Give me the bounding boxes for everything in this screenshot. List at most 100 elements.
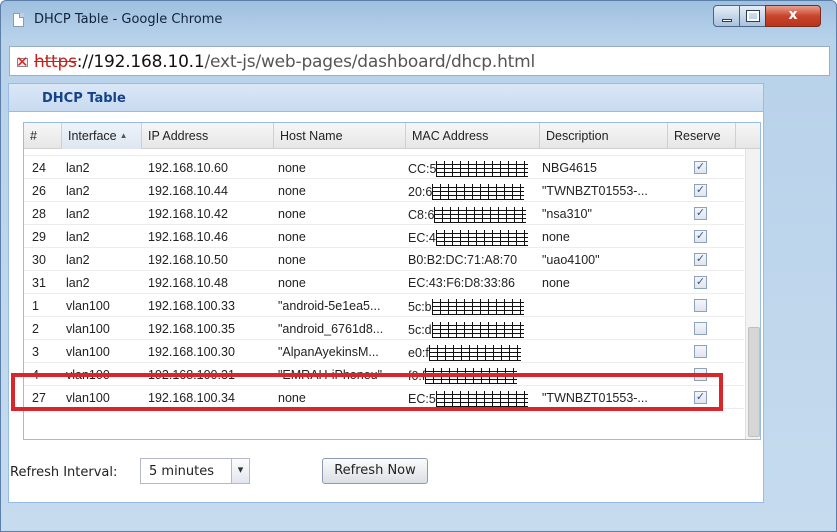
reserve-checkbox[interactable]: ✓	[694, 391, 707, 404]
table-row[interactable]: 2 vlan100 192.168.100.35 "android_6761d8...…	[24, 317, 744, 340]
ip-address-cell: 192.168.10.46	[148, 230, 228, 244]
reserve-cell: ✓	[694, 386, 714, 409]
table-row[interactable]: 31 lan2 192.168.10.48 none EC:43:F6:D8:33:86…	[24, 271, 744, 294]
redaction-mask	[431, 322, 524, 338]
reserve-checkbox[interactable]: ✓	[694, 207, 707, 220]
reserve-checkbox[interactable]	[694, 368, 707, 381]
interface-cell: vlan100	[66, 391, 110, 405]
description-cell: "nsa310"	[542, 207, 592, 221]
address-bar[interactable]: ✕ https://192.168.10.1/ext-js/web-pages/…	[9, 46, 830, 76]
column-header-num[interactable]: #	[24, 123, 62, 149]
column-header-mac[interactable]: MAC Address	[406, 123, 540, 149]
redaction-mask	[432, 184, 525, 200]
row-number: 27	[32, 391, 46, 405]
ip-address-cell: 192.168.100.31	[148, 368, 235, 382]
refresh-interval-value: 5 minutes	[149, 464, 215, 479]
host-name-cell: none	[278, 230, 306, 244]
title-bar[interactable]: DHCP Table - Google Chrome x	[1, 1, 836, 39]
redaction-mask	[431, 299, 524, 315]
interface-cell: lan2	[66, 161, 90, 175]
close-button[interactable]: x	[765, 5, 821, 27]
reserve-cell	[694, 317, 714, 340]
ip-address-cell: 192.168.100.34	[148, 391, 235, 405]
url-host: ://192.168.10.1	[76, 52, 205, 72]
page-icon	[13, 13, 24, 27]
redaction-mask	[435, 230, 528, 246]
column-header-ip[interactable]: IP Address	[142, 123, 274, 149]
mac-address-cell: e0:f	[408, 340, 540, 363]
url-scheme: https	[34, 52, 77, 72]
vertical-scrollbar[interactable]	[745, 149, 760, 439]
description-cell: NBG4615	[542, 161, 597, 175]
reserve-cell	[694, 363, 714, 386]
ip-address-cell: 192.168.10.48	[148, 276, 228, 290]
host-name-cell: "android-5e1ea5...	[278, 299, 381, 313]
interface-cell: lan2	[66, 276, 90, 290]
column-label: Interface	[68, 129, 117, 143]
url-path: /ext-js/web-pages/dashboard/dhcp.html	[204, 52, 536, 72]
insecure-lock-icon[interactable]: ✕	[14, 53, 32, 71]
url-text[interactable]: https://192.168.10.1/ext-js/web-pages/da…	[34, 52, 535, 72]
row-number: 28	[32, 207, 46, 221]
description-cell	[542, 363, 670, 386]
reserve-checkbox[interactable]: ✓	[694, 253, 707, 266]
mac-address-cell: f0:f	[408, 363, 540, 386]
scrollbar-thumb[interactable]	[748, 327, 760, 437]
description-cell: "TWNBZT01553-...	[542, 184, 648, 198]
mac-address-cell: 5c:d	[408, 317, 540, 340]
column-header-host[interactable]: Host Name	[274, 123, 406, 149]
minimize-icon	[722, 19, 732, 22]
mac-address-cell: EC:4	[408, 225, 540, 248]
interface-cell: lan2	[66, 207, 90, 221]
table-row[interactable]: 4 vlan100 192.168.100.31 "EMRAH-iPhoneu" f0:…	[24, 363, 744, 386]
reserve-checkbox[interactable]: ✓	[694, 184, 707, 197]
column-header-reserve[interactable]: Reserve	[668, 123, 736, 149]
mac-address-cell: CC:5	[408, 156, 540, 179]
chevron-down-icon[interactable]: ▾	[231, 459, 249, 483]
row-number: 2	[32, 322, 39, 336]
column-label: IP Address	[148, 129, 209, 143]
mac-address-cell: EC:43:F6:D8:33:86	[408, 271, 540, 294]
mac-address-text: CC:5	[408, 162, 437, 176]
description-cell: none	[542, 230, 570, 244]
ip-address-cell: 192.168.10.60	[148, 161, 228, 175]
reserve-checkbox[interactable]: ✓	[694, 276, 707, 289]
redaction-mask	[436, 161, 529, 177]
table-row[interactable]: 27 vlan100 192.168.100.34 none EC:5 "TWNBZT01…	[24, 386, 744, 409]
mac-address-text: B0:B2:DC:71:A8:70	[408, 253, 518, 267]
maximize-button[interactable]	[739, 5, 766, 27]
table-row[interactable]: 29 lan2 192.168.10.46 none EC:4 none ✓	[24, 225, 744, 248]
interface-cell: vlan100	[66, 345, 110, 359]
reserve-checkbox[interactable]	[694, 345, 707, 358]
reserve-checkbox[interactable]: ✓	[694, 161, 707, 174]
row-number: 29	[32, 230, 46, 244]
refresh-interval-select[interactable]: 5 minutes ▾	[140, 458, 250, 484]
table-row[interactable]: 28 lan2 192.168.10.42 none C8:6 "nsa310" ✓	[24, 202, 744, 225]
refresh-now-button[interactable]: Refresh Now	[322, 458, 428, 484]
mac-address-cell: 5c:b	[408, 294, 540, 317]
table-row[interactable]: 30 lan2 192.168.10.50 none B0:B2:DC:71:A8:70…	[24, 248, 744, 271]
maximize-icon	[746, 10, 760, 22]
table-row[interactable]: 1 vlan100 192.168.100.33 "android-5e1ea5...…	[24, 294, 744, 317]
ip-address-cell: 192.168.100.33	[148, 299, 235, 313]
column-header-description[interactable]: Description	[540, 123, 668, 149]
description-cell	[542, 317, 670, 340]
host-name-cell: "EMRAH-iPhoneu"	[278, 368, 383, 382]
ip-address-cell: 192.168.100.30	[148, 345, 235, 359]
table-row[interactable]: 24 lan2 192.168.10.60 none CC:5 NBG4615 ✓	[24, 156, 744, 179]
reserve-checkbox[interactable]	[694, 322, 707, 335]
redaction-mask	[425, 368, 518, 384]
mac-address-text: EC:43:F6:D8:33:86	[408, 276, 516, 290]
table-row[interactable]: 26 lan2 192.168.10.44 none 20:6 "TWNBZT01553-…	[24, 179, 744, 202]
mac-address-cell: EC:5	[408, 386, 540, 409]
column-label: Description	[546, 129, 609, 143]
row-number: 1	[32, 299, 39, 313]
dhcp-grid: # Interface ▲ IP Address Host Name MAC Ad…	[23, 122, 761, 440]
table-row[interactable]: 3 vlan100 192.168.100.30 "AlpanAyekinsM... e…	[24, 340, 744, 363]
column-header-interface[interactable]: Interface ▲	[62, 123, 142, 149]
minimize-button[interactable]	[713, 5, 740, 27]
reserve-checkbox[interactable]: ✓	[694, 230, 707, 243]
mac-address-text: e0:f	[408, 346, 429, 360]
interface-cell: vlan100	[66, 322, 110, 336]
reserve-checkbox[interactable]	[694, 299, 707, 312]
